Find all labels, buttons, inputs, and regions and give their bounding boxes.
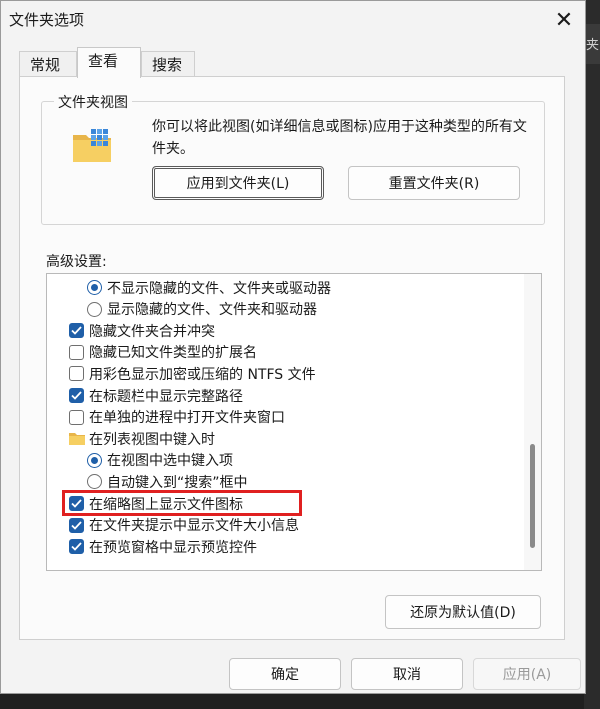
- settings-row[interactable]: 在视图中选中键入项: [87, 450, 233, 471]
- folder-views-icon: [73, 129, 111, 162]
- close-icon: ✕: [554, 7, 574, 33]
- settings-row-label: 隐藏已知文件类型的扩展名: [89, 345, 257, 362]
- apply-to-folders-button[interactable]: 应用到文件夹(L): [152, 166, 324, 200]
- tab-search[interactable]: 搜索: [141, 51, 195, 77]
- settings-row-label: 显示隐藏的文件、文件夹和驱动器: [107, 302, 317, 319]
- radio-unselected-icon[interactable]: [87, 474, 102, 490]
- settings-row-label: 在缩略图上显示文件图标: [89, 496, 243, 513]
- view-tab-panel: 文件夹视图 你可以将此视图(如详细信息或图标)应用于这种类型的所有文件夹。 应用…: [19, 76, 565, 640]
- scrollbar-thumb[interactable]: [530, 444, 535, 548]
- settings-row[interactable]: 在列表视图中键入时: [69, 428, 215, 449]
- settings-row-label: 在标题栏中显示完整路径: [89, 388, 243, 405]
- checkbox-unchecked-icon[interactable]: [69, 409, 84, 425]
- radio-selected-icon[interactable]: [87, 280, 102, 295]
- restore-defaults-button[interactable]: 还原为默认值(D): [385, 595, 541, 629]
- checkbox-unchecked-icon[interactable]: [69, 344, 84, 360]
- settings-row[interactable]: 在预览窗格中显示预览控件: [69, 536, 257, 557]
- settings-row[interactable]: 用彩色显示加密或压缩的 NTFS 文件: [69, 363, 316, 384]
- radio-selected-icon[interactable]: [87, 452, 102, 468]
- vertical-scrollbar[interactable]: [524, 274, 541, 570]
- tab-view[interactable]: 查看: [77, 47, 141, 78]
- checkbox-unchecked-icon[interactable]: [69, 366, 84, 382]
- title-bar: 文件夹选项 ✕: [1, 1, 585, 41]
- folder-options-dialog: 文件夹选项 ✕ 常规 查看 搜索 文件夹视图 你可以将此视图(如详细信息或图标)…: [0, 0, 586, 694]
- settings-row-label: 隐藏文件夹合并冲突: [89, 323, 215, 340]
- apply-button[interactable]: 应用(A): [473, 658, 581, 690]
- folder-views-legend: 文件夹视图: [54, 92, 132, 112]
- settings-row-label: 不显示隐藏的文件、文件夹或驱动器: [107, 280, 331, 297]
- cancel-button[interactable]: 取消: [351, 658, 463, 690]
- settings-row-label: 在文件夹提示中显示文件大小信息: [89, 518, 299, 535]
- folder-views-group: 文件夹视图 你可以将此视图(如详细信息或图标)应用于这种类型的所有文件夹。 应用…: [41, 92, 545, 225]
- settings-row-label: 在列表视图中键入时: [89, 431, 215, 448]
- checkbox-checked-icon[interactable]: [69, 388, 84, 403]
- dialog-title: 文件夹选项: [9, 11, 85, 29]
- settings-row[interactable]: 隐藏文件夹合并冲突: [69, 320, 215, 341]
- folder-views-description: 你可以将此视图(如详细信息或图标)应用于这种类型的所有文件夹。: [152, 119, 527, 157]
- settings-row[interactable]: 在单独的进程中打开文件夹窗口: [69, 407, 285, 428]
- radio-unselected-icon[interactable]: [87, 301, 102, 317]
- settings-row[interactable]: 在缩略图上显示文件图标: [69, 493, 243, 514]
- settings-row[interactable]: 在文件夹提示中显示文件大小信息: [69, 515, 299, 536]
- close-button[interactable]: ✕: [547, 5, 581, 35]
- settings-row[interactable]: 在标题栏中显示完整路径: [69, 385, 243, 406]
- ok-button[interactable]: 确定: [229, 658, 341, 690]
- checkbox-checked-icon[interactable]: [69, 517, 84, 533]
- settings-row[interactable]: 自动键入到“搜索”框中: [87, 471, 248, 492]
- background-window-text: 夹: [584, 24, 600, 64]
- settings-row-label: 在单独的进程中打开文件夹窗口: [89, 410, 285, 427]
- checkbox-checked-icon[interactable]: [69, 323, 84, 339]
- advanced-settings-list[interactable]: 不显示隐藏的文件、文件夹或驱动器 显示隐藏的文件、文件夹和驱动器隐藏文件夹合并冲突…: [46, 273, 542, 571]
- checkbox-checked-icon[interactable]: [69, 539, 84, 555]
- settings-row-label: 用彩色显示加密或压缩的 NTFS 文件: [89, 366, 316, 383]
- reset-folders-button[interactable]: 重置文件夹(R): [348, 166, 520, 200]
- folder-icon: [69, 433, 85, 446]
- settings-row[interactable]: 不显示隐藏的文件、文件夹或驱动器: [87, 277, 331, 298]
- background-window: [584, 0, 600, 709]
- tab-general[interactable]: 常规: [19, 51, 77, 77]
- checkbox-checked-icon[interactable]: [69, 496, 84, 511]
- settings-row[interactable]: 显示隐藏的文件、文件夹和驱动器: [87, 299, 317, 320]
- settings-row-label: 在预览窗格中显示预览控件: [89, 539, 257, 556]
- settings-row-label: 自动键入到“搜索”框中: [107, 474, 248, 491]
- settings-row-label: 在视图中选中键入项: [107, 453, 233, 470]
- settings-row[interactable]: 隐藏已知文件类型的扩展名: [69, 342, 257, 363]
- advanced-settings-label: 高级设置:: [46, 254, 107, 270]
